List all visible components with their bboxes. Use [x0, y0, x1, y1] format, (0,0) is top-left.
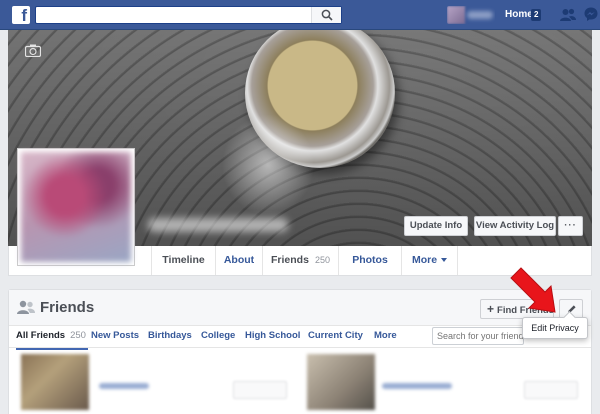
profile-name-blurred [148, 218, 288, 232]
tab-more-label: More [411, 254, 438, 266]
search-input[interactable] [36, 7, 311, 23]
camera-icon[interactable] [25, 44, 41, 57]
red-arrow-icon [510, 267, 556, 313]
update-info-button[interactable]: Update Info [404, 216, 468, 236]
facebook-logo-icon[interactable]: f [12, 6, 30, 24]
chevron-down-icon [441, 258, 448, 263]
filter-all-friends-label: All Friends [16, 330, 66, 341]
plus-icon: + [487, 302, 495, 316]
friend-photo[interactable] [307, 354, 375, 410]
tab-timeline[interactable]: Timeline [152, 246, 216, 275]
tab-photos-label: Photos [352, 254, 388, 266]
filter-high-school[interactable]: High School [245, 330, 300, 341]
friends-filter-row: All Friends 250 New Posts Birthdays Colle… [9, 326, 591, 350]
filter-birthdays[interactable]: Birthdays [148, 330, 192, 341]
friend-status-button[interactable] [524, 381, 578, 399]
tab-friends[interactable]: Friends 250 [263, 246, 339, 275]
tab-photos[interactable]: Photos [339, 246, 402, 275]
user-name-blurred [467, 11, 493, 19]
tab-about-label: About [223, 254, 255, 266]
search-box[interactable] [35, 6, 342, 24]
profile-picture-image [21, 152, 131, 262]
avatar [447, 6, 465, 24]
friend-name-blurred[interactable] [99, 383, 149, 389]
filter-current-city[interactable]: Current City [308, 330, 363, 341]
search-icon [321, 9, 333, 21]
cover-light-glow [218, 110, 318, 220]
filter-college[interactable]: College [201, 330, 235, 341]
edit-privacy-menu-item[interactable]: Edit Privacy [522, 317, 588, 339]
top-nav-bar: f Home 2 [0, 0, 600, 30]
friends-search-input[interactable] [432, 327, 524, 345]
friend-name-blurred[interactable] [382, 383, 452, 389]
tab-friends-count: 250 [314, 255, 330, 265]
home-link[interactable]: Home [505, 9, 533, 20]
filter-new-posts[interactable]: New Posts [91, 330, 139, 341]
friends-people-icon [17, 300, 35, 314]
friend-status-button[interactable] [233, 381, 287, 399]
tab-friends-label: Friends [271, 254, 309, 266]
friends-section-title: Friends [40, 299, 95, 316]
tab-more[interactable]: More [402, 246, 458, 275]
home-count-badge: 2 [531, 9, 542, 21]
profile-picture[interactable] [17, 148, 135, 266]
tab-timeline-label: Timeline [162, 254, 205, 266]
profile-shortcut[interactable] [447, 6, 495, 24]
filter-all-friends[interactable]: All Friends 250 [16, 330, 88, 350]
view-activity-log-button[interactable]: View Activity Log [474, 216, 556, 236]
messenger-icon[interactable] [584, 7, 598, 22]
cover-more-button[interactable]: ··· [558, 216, 583, 236]
search-button[interactable] [311, 7, 341, 23]
all-friends-count: 250 [70, 330, 86, 341]
filter-more[interactable]: More [374, 330, 397, 341]
friend-requests-icon[interactable] [560, 8, 576, 22]
tab-about[interactable]: About [216, 246, 263, 275]
friends-header: Friends + Find Friends [9, 290, 591, 326]
friend-photo[interactable] [21, 354, 89, 410]
